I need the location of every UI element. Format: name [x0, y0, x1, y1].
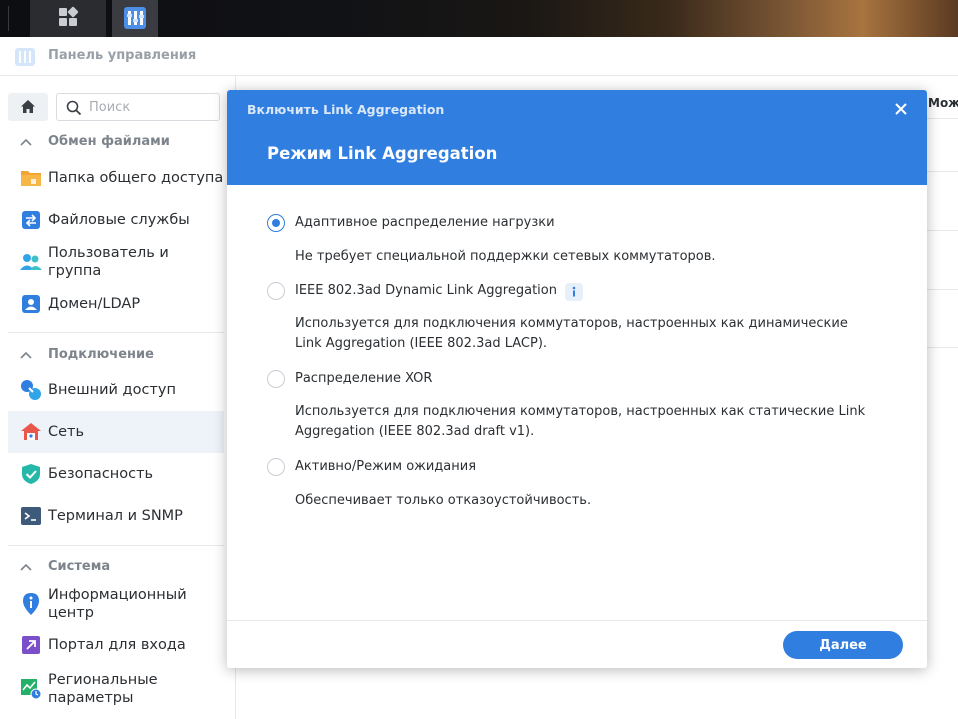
- chevron-up-icon: [20, 351, 32, 359]
- option-label: IEEE 802.3ad Dynamic Link Aggregation: [295, 283, 557, 298]
- background-row-divider: [926, 347, 958, 348]
- external-access-icon: [20, 379, 42, 401]
- section-title: Подключение: [48, 347, 154, 362]
- login-portal-icon: [20, 634, 42, 656]
- dialog-footer-divider: [227, 620, 927, 621]
- section-title: Обмен файлами: [48, 134, 170, 149]
- sidebar-item-label: Файловые службы: [48, 212, 190, 228]
- sidebar-divider: [8, 545, 224, 546]
- regional-icon: [20, 678, 42, 700]
- sidebar-item-label: Информационный центр: [48, 587, 187, 621]
- window-header: Панель управления: [0, 37, 958, 76]
- sidebar-item-info-center[interactable]: Информационный центр: [8, 581, 224, 627]
- sidebar-item-regional-options[interactable]: Региональные параметры: [8, 666, 224, 712]
- radio-xor-distribution[interactable]: [267, 370, 285, 388]
- sidebar-item-domain-ldap[interactable]: Домен/LDAP: [8, 283, 224, 325]
- section-title: Система: [48, 559, 111, 574]
- network-icon: [20, 421, 42, 443]
- option-label-row: IEEE 802.3ad Dynamic Link Aggregation: [295, 282, 583, 301]
- sidebar: Обмен файлами Папка общего доступа Файло…: [0, 76, 236, 719]
- users-icon: [20, 251, 42, 273]
- info-icon[interactable]: [564, 283, 583, 301]
- option-description: Используется для подключения коммутаторо…: [295, 404, 866, 439]
- option-description: Не требует специальной поддержки сетевых…: [295, 249, 716, 264]
- chevron-up-icon: [20, 563, 32, 571]
- shield-icon: [20, 463, 42, 485]
- sidebar-item-user-group[interactable]: Пользователь и группа: [8, 241, 224, 283]
- window-title: Панель управления: [48, 48, 197, 63]
- search-input[interactable]: [89, 98, 213, 116]
- background-row-divider: [926, 118, 958, 119]
- sidebar-item-label: Безопасность: [48, 466, 154, 482]
- taskbar: [0, 0, 958, 37]
- domain-icon: [20, 293, 42, 315]
- radio-ieee-dynamic-link-aggregation[interactable]: [267, 282, 285, 300]
- link-aggregation-dialog: Включить Link Aggregation Режим Link Agg…: [227, 90, 927, 668]
- radio-active-standby[interactable]: [267, 458, 285, 476]
- sidebar-item-login-portal[interactable]: Портал для входа: [8, 624, 224, 666]
- option-description: Используется для подключения коммутаторо…: [295, 316, 848, 351]
- background-column-header: Можно: [928, 96, 958, 110]
- sidebar-item-shared-folder[interactable]: Папка общего доступа: [8, 157, 224, 199]
- sidebar-item-label: Портал для входа: [48, 637, 186, 653]
- sidebar-item-external-access[interactable]: Внешний доступ: [8, 369, 224, 411]
- grid-icon: [59, 6, 79, 26]
- background-row-divider: [926, 289, 958, 290]
- home-icon: [21, 100, 35, 113]
- dialog-title: Режим Link Aggregation: [267, 144, 498, 163]
- option-label: Распределение XOR: [295, 371, 433, 386]
- search-icon: [66, 100, 82, 116]
- section-header-file-sharing[interactable]: Обмен файлами: [20, 134, 170, 149]
- taskbar-separator: [8, 6, 9, 31]
- search-box[interactable]: [56, 93, 220, 121]
- chevron-up-icon: [20, 138, 32, 146]
- background-row-divider: [926, 171, 958, 172]
- sidebar-item-security[interactable]: Безопасность: [8, 453, 224, 495]
- control-panel-icon: [124, 7, 146, 29]
- main-menu-button[interactable]: [30, 0, 106, 37]
- option-description: Обеспечивает только отказоустойчивость.: [295, 493, 592, 508]
- background-row-divider: [926, 230, 958, 231]
- home-button[interactable]: [8, 93, 48, 121]
- sidebar-divider: [8, 332, 224, 333]
- control-panel-taskbar-button[interactable]: [112, 0, 158, 37]
- file-services-icon: [20, 209, 42, 231]
- sidebar-item-label: Папка общего доступа: [48, 170, 224, 186]
- option-label: Адаптивное распределение нагрузки: [295, 215, 555, 230]
- close-icon[interactable]: [893, 101, 909, 117]
- dialog-header: Включить Link Aggregation Режим Link Agg…: [227, 90, 927, 185]
- section-header-system[interactable]: Система: [20, 559, 110, 574]
- sidebar-item-label: Пользователь и группа: [48, 245, 169, 279]
- folder-icon: [20, 167, 42, 189]
- sidebar-item-label: Домен/LDAP: [48, 296, 141, 312]
- sidebar-item-file-services[interactable]: Файловые службы: [8, 199, 224, 241]
- dialog-window-title: Включить Link Aggregation: [247, 102, 445, 117]
- sidebar-item-label: Региональные параметры: [48, 672, 158, 706]
- control-panel-icon: [15, 48, 35, 66]
- info-center-icon: [20, 593, 42, 615]
- next-button[interactable]: Далее: [783, 631, 903, 659]
- sidebar-item-terminal-snmp[interactable]: Терминал и SNMP: [8, 495, 224, 537]
- sidebar-item-label: Терминал и SNMP: [48, 508, 183, 524]
- radio-adaptive-load-balancing[interactable]: [267, 214, 285, 232]
- terminal-icon: [20, 505, 42, 527]
- sidebar-item-label: Сеть: [48, 424, 85, 440]
- option-label: Активно/Режим ожидания: [295, 459, 477, 474]
- sidebar-item-label: Внешний доступ: [48, 382, 176, 398]
- sidebar-item-network[interactable]: Сеть: [8, 411, 224, 453]
- section-header-connectivity[interactable]: Подключение: [20, 347, 154, 362]
